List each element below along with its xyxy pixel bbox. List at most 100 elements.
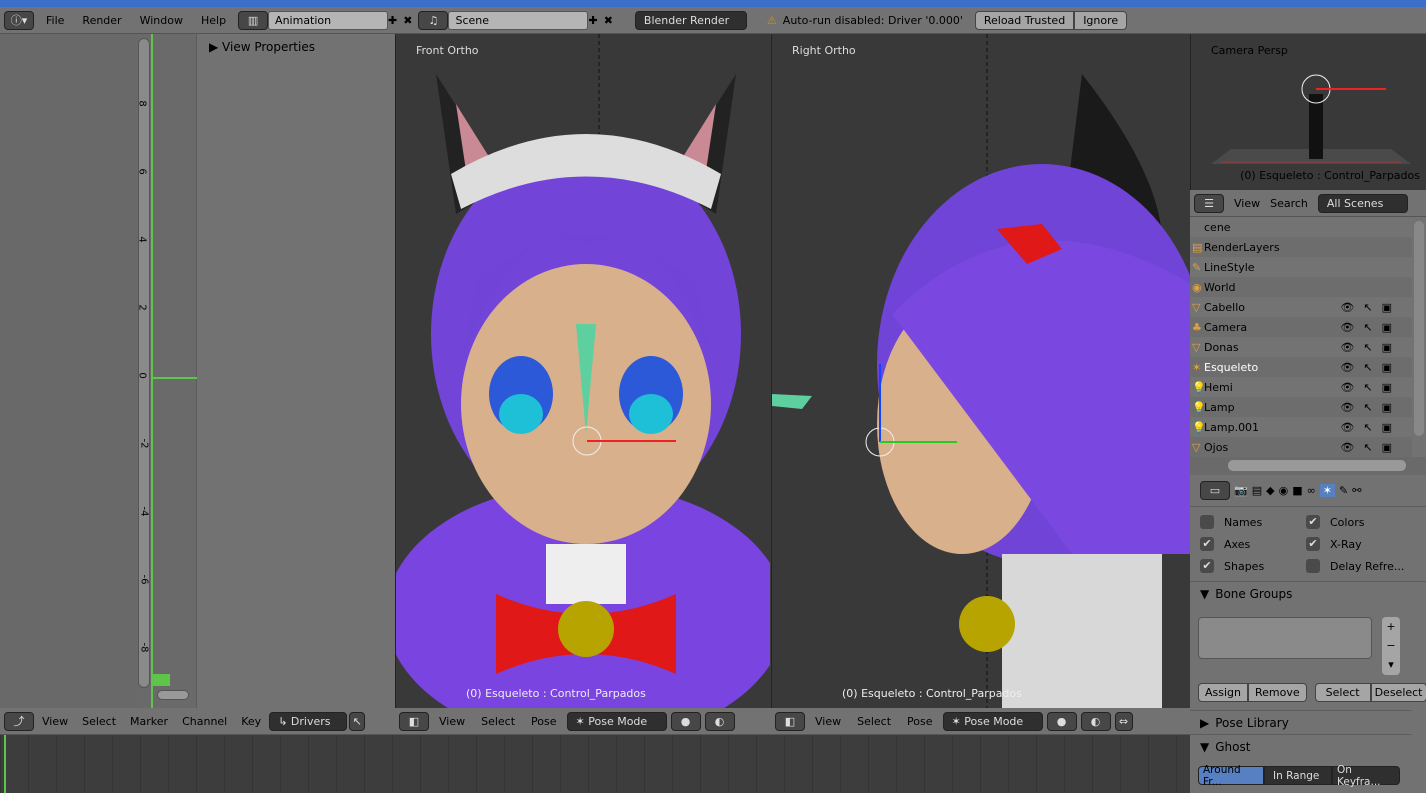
menu-window[interactable]: Window xyxy=(134,14,189,27)
display-option-checkbox[interactable]: Names xyxy=(1200,511,1306,533)
graph-mode-select[interactable]: ↳ Drivers xyxy=(269,711,348,731)
display-option-checkbox[interactable]: ✔ X-Ray xyxy=(1306,533,1416,555)
render-camera-icon[interactable]: ▣ xyxy=(1382,441,1392,454)
close-scene-icon[interactable]: ✖ xyxy=(604,14,613,27)
outliner-item[interactable]: ◉ World xyxy=(1190,277,1412,297)
pivot-icon[interactable]: ◐ xyxy=(704,711,735,731)
camera-persp-viewport[interactable]: Camera Persp (0) Esqueleto : Control_Par… xyxy=(1190,34,1426,190)
ghost-panel[interactable]: ▼ Ghost xyxy=(1190,734,1412,758)
tab-render-icon[interactable]: 📷 xyxy=(1234,484,1248,497)
outliner-item[interactable]: ✎ LineStyle xyxy=(1190,257,1412,277)
deselect-button[interactable]: Deselect xyxy=(1370,683,1426,702)
render-camera-icon[interactable]: ▣ xyxy=(1382,381,1392,394)
menu-down-icon[interactable]: ▾ xyxy=(1382,655,1400,674)
menu-help[interactable]: Help xyxy=(195,14,232,27)
reload-trusted-button[interactable]: Reload Trusted xyxy=(974,10,1075,30)
right-menu-select[interactable]: Select xyxy=(851,715,897,728)
select-arrow-icon[interactable]: ↖ xyxy=(1363,401,1372,414)
menu-render[interactable]: Render xyxy=(76,14,127,27)
front-menu-pose[interactable]: Pose xyxy=(525,715,562,728)
select-arrow-icon[interactable]: ↖ xyxy=(1363,441,1372,454)
outliner-item[interactable]: ♣ Camera 👁 ↖ ▣ xyxy=(1190,317,1412,337)
select-arrow-icon[interactable]: ↖ xyxy=(1363,421,1372,434)
menu-file[interactable]: File xyxy=(40,14,70,27)
scene-icon[interactable]: ♫ xyxy=(418,10,449,30)
outliner-item[interactable]: ✶ Esqueleto 👁 ↖ ▣ xyxy=(1190,357,1412,377)
outliner-menu-search[interactable]: Search xyxy=(1270,197,1308,210)
checkbox-icon[interactable]: ✔ xyxy=(1200,537,1214,551)
eye-icon[interactable]: 👁 xyxy=(1340,441,1354,454)
tab-bone-icon[interactable]: ✎ xyxy=(1339,484,1348,497)
bone-groups-panel[interactable]: ▼ Bone Groups xyxy=(1190,581,1426,605)
timeline-area[interactable] xyxy=(0,735,1190,793)
graph-menu-select[interactable]: Select xyxy=(76,715,122,728)
outliner-menu-view[interactable]: View xyxy=(1234,197,1260,210)
bone-groups-list[interactable] xyxy=(1198,617,1372,659)
checkbox-icon[interactable]: ✔ xyxy=(1306,515,1320,529)
select-arrow-icon[interactable]: ↖ xyxy=(1363,301,1372,314)
outliner-item[interactable]: ▽ Ojos 👁 ↖ ▣ xyxy=(1190,437,1412,457)
cursor-icon[interactable]: ↖ xyxy=(349,711,366,731)
layout-icon[interactable]: ▥ xyxy=(238,10,269,30)
pivot-icon[interactable]: ◐ xyxy=(1080,711,1111,731)
select-arrow-icon[interactable]: ↖ xyxy=(1363,381,1372,394)
tab-armature-icon[interactable]: ✶ xyxy=(1319,484,1335,497)
remove-button[interactable]: Remove xyxy=(1248,683,1307,702)
eye-icon[interactable]: 👁 xyxy=(1340,401,1354,414)
shading-sphere-icon[interactable]: ● xyxy=(1046,711,1077,731)
view3d-editor-type-icon[interactable]: ◧ xyxy=(775,711,805,731)
tab-bone-constraints-icon[interactable]: ⚯ xyxy=(1352,484,1361,497)
add-layout-icon[interactable]: ✚ xyxy=(388,14,397,27)
tab-scene-icon[interactable]: ◆ xyxy=(1266,484,1274,497)
add-scene-icon[interactable]: ✚ xyxy=(588,14,597,27)
view-properties-panel[interactable]: ▶ View Properties xyxy=(197,34,395,60)
outliner-hscrollbar[interactable] xyxy=(1190,457,1426,475)
outliner-item[interactable]: cene xyxy=(1190,217,1412,237)
eye-icon[interactable]: 👁 xyxy=(1340,341,1354,354)
right-menu-pose[interactable]: Pose xyxy=(901,715,938,728)
outliner-display-select[interactable]: All Scenes xyxy=(1317,193,1408,213)
front-menu-view[interactable]: View xyxy=(433,715,471,728)
outliner-item[interactable]: 💡 Lamp.001 👁 ↖ ▣ xyxy=(1190,417,1412,437)
ghost-in-range[interactable]: In Range xyxy=(1264,766,1332,785)
info-editor-type-button[interactable]: ⓘ▾ xyxy=(4,10,34,30)
render-camera-icon[interactable]: ▣ xyxy=(1382,421,1392,434)
checkbox-icon[interactable] xyxy=(1200,515,1214,529)
layout-field[interactable]: Animation xyxy=(268,10,389,30)
right-ortho-viewport[interactable]: Right Ortho (0) Esqueleto : Control_Parp… xyxy=(771,34,1190,708)
graph-vertical-scrollbar[interactable] xyxy=(138,38,150,688)
outliner-item[interactable]: ▽ Cabello 👁 ↖ ▣ xyxy=(1190,297,1412,317)
tab-layers-icon[interactable]: ▤ xyxy=(1252,484,1262,497)
tab-world-icon[interactable]: ◉ xyxy=(1279,484,1289,497)
display-option-checkbox[interactable]: ✔ Colors xyxy=(1306,511,1416,533)
eye-icon[interactable]: 👁 xyxy=(1340,421,1354,434)
display-option-checkbox[interactable]: Delay Refre... xyxy=(1306,555,1416,577)
front-mode-select[interactable]: ✶ Pose Mode xyxy=(566,711,667,731)
close-layout-icon[interactable]: ✖ xyxy=(403,14,412,27)
select-arrow-icon[interactable]: ↖ xyxy=(1363,341,1372,354)
render-engine-select[interactable]: Blender Render xyxy=(634,10,747,30)
render-camera-icon[interactable]: ▣ xyxy=(1382,341,1392,354)
outliner-item[interactable]: ▽ Donas 👁 ↖ ▣ xyxy=(1190,337,1412,357)
outliner-item[interactable]: 💡 Hemi 👁 ↖ ▣ xyxy=(1190,377,1412,397)
graph-menu-marker[interactable]: Marker xyxy=(124,715,174,728)
ghost-around-frame[interactable]: Around Fr... xyxy=(1198,764,1264,788)
graph-horizontal-scrollbar[interactable] xyxy=(157,690,189,700)
timeline-current-frame[interactable] xyxy=(4,735,6,793)
right-menu-view[interactable]: View xyxy=(809,715,847,728)
outliner-scrollbar[interactable] xyxy=(1412,217,1426,457)
manipulator-icon[interactable]: ⇔ xyxy=(1114,711,1133,731)
select-arrow-icon[interactable]: ↖ xyxy=(1363,361,1372,374)
outliner-editor-type-icon[interactable]: ☰ xyxy=(1194,193,1224,213)
graph-menu-view[interactable]: View xyxy=(36,715,74,728)
select-arrow-icon[interactable]: ↖ xyxy=(1363,321,1372,334)
display-option-checkbox[interactable]: ✔ Shapes xyxy=(1200,555,1306,577)
eye-icon[interactable]: 👁 xyxy=(1340,301,1354,314)
tab-constraints-icon[interactable]: ∞ xyxy=(1307,484,1316,497)
checkbox-icon[interactable]: ✔ xyxy=(1306,537,1320,551)
remove-icon[interactable]: − xyxy=(1382,636,1400,655)
assign-button[interactable]: Assign xyxy=(1198,683,1248,702)
add-icon[interactable]: + xyxy=(1382,617,1400,636)
checkbox-icon[interactable]: ✔ xyxy=(1200,559,1214,573)
eye-icon[interactable]: 👁 xyxy=(1340,321,1354,334)
